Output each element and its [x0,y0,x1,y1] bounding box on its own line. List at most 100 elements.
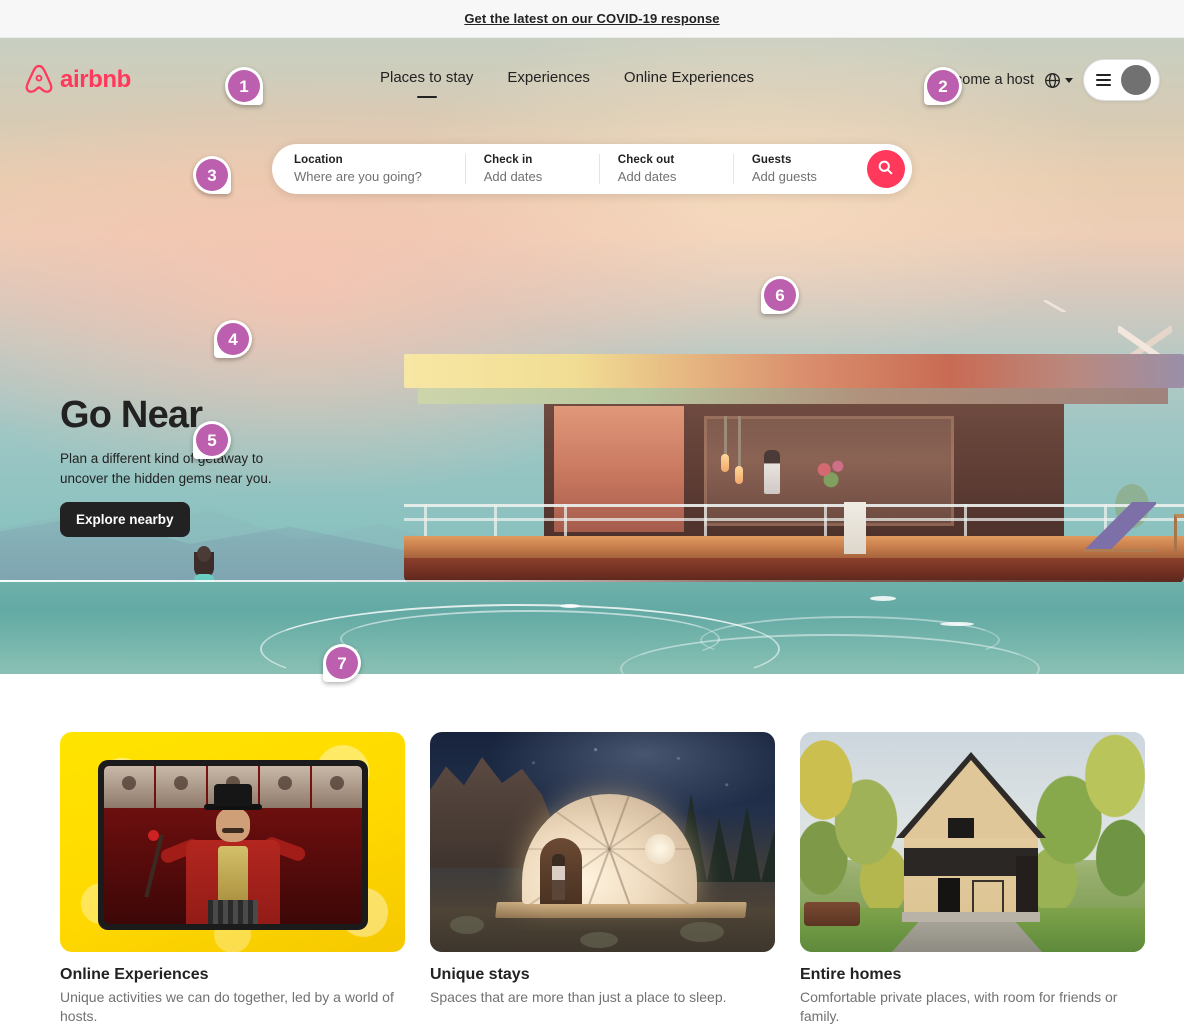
card-entire-homes[interactable]: Entire homes Comfortable private places,… [800,732,1145,1000]
nav-places-to-stay[interactable]: Places to stay [380,69,473,92]
globe-icon [1044,72,1061,89]
hero-subtitle: Plan a different kind of getaway to unco… [60,449,282,488]
location-label: Location [294,154,451,166]
tablet-device [98,760,368,930]
marker-circle: 4 [217,323,249,355]
search-button[interactable] [867,150,905,188]
railing-post [824,504,827,536]
marker-number: 2 [938,78,947,95]
guests-input[interactable]: Add guests [752,169,853,184]
card-image-entire-homes [800,732,1145,952]
boat-deck [404,536,1184,558]
hot-tub [804,902,860,926]
water-sparkle [940,622,974,626]
shrub [680,922,724,942]
railing-bar [404,504,1184,507]
annotation-marker-6: 6 [761,276,799,314]
marker-circle: 6 [764,279,796,311]
checkin-input[interactable]: Add dates [484,169,585,184]
marker-circle: 7 [326,647,358,679]
cabin-upper-window [948,818,974,838]
checkout-label: Check out [618,154,719,166]
card-online-experiences[interactable]: Online Experiences Unique activities we … [60,732,405,1000]
shrub [580,932,618,948]
shrub [450,916,484,934]
person-inside-cabin [764,450,780,494]
nav-online-experiences[interactable]: Online Experiences [624,69,754,92]
card-image-unique-stays [430,732,775,952]
person-in-dome [552,854,565,900]
annotation-marker-2: 2 [924,67,962,105]
card-description: Unique activities we can do together, le… [60,988,405,1026]
search-icon [878,160,893,178]
covid-banner: Get the latest on our COVID-19 response [0,0,1184,38]
railing-post [964,504,967,536]
location-input[interactable]: Where are you going? [294,169,451,184]
user-avatar-icon [1121,65,1151,95]
nav-experiences[interactable]: Experiences [507,69,590,92]
dome-window [645,834,675,864]
card-description: Comfortable private places, with room fo… [800,988,1145,1026]
bird-small-icon [1044,300,1066,312]
language-selector[interactable] [1044,72,1073,89]
railing-post [704,504,707,536]
boat-railing [404,504,1184,538]
marker-number: 5 [207,432,216,449]
hero-illustration [0,38,1184,712]
hamburger-icon [1096,74,1111,85]
marker-number: 1 [239,78,248,95]
search-field-checkout[interactable]: Check out Add dates [599,154,733,184]
checkout-input[interactable]: Add dates [618,169,719,184]
annotation-marker-7: 7 [323,644,361,682]
explore-nearby-button[interactable]: Explore nearby [60,502,190,537]
trees-left [800,740,910,910]
marker-circle: 2 [927,70,959,102]
marker-number: 3 [207,167,216,184]
annotation-marker-3: 3 [193,156,231,194]
flower-vase [814,456,848,490]
houseboat [404,354,1184,584]
airbnb-logo[interactable]: airbnb [24,64,224,96]
main-nav: Places to stay Experiences Online Experi… [224,69,910,92]
user-menu-button[interactable] [1083,59,1160,101]
marker-circle: 3 [196,159,228,191]
boat-roof [404,354,1184,388]
card-title: Entire homes [800,966,1145,984]
covid-banner-link[interactable]: Get the latest on our COVID-19 response [464,11,719,26]
search-field-location[interactable]: Location Where are you going? [294,154,465,184]
annotation-marker-1: 1 [225,67,263,105]
card-title: Online Experiences [60,966,405,984]
card-title: Unique stays [430,966,775,984]
cabin-foundation [902,912,1040,922]
pendant-cord [724,416,727,456]
wooden-deck [495,902,747,918]
annotation-marker-5: 5 [193,421,231,459]
annotation-marker-4: 4 [214,320,252,358]
wooden-cabin [896,752,1046,920]
deck-chair [1084,502,1156,552]
feature-cards: Online Experiences Unique activities we … [0,674,1184,1000]
water-sparkle [870,596,896,601]
cabin-side-wall [1016,856,1038,920]
card-unique-stays[interactable]: Unique stays Spaces that are more than j… [430,732,775,1000]
hero-copy: Go Near Plan a different kind of getaway… [60,394,360,537]
marker-circle: 1 [228,70,260,102]
airbnb-belo-icon [24,64,54,96]
site-header: airbnb Places to stay Experiences Online… [0,38,1184,122]
card-image-online-experiences [60,732,405,952]
search-field-guests[interactable]: Guests Add guests [733,154,867,184]
boat-roof-underside [418,388,1168,404]
water-sparkle [560,604,580,608]
marker-circle: 5 [196,424,228,456]
pendant-lamp-icon [735,466,743,484]
ringmaster-performer [168,784,298,924]
chevron-down-icon [1065,78,1073,83]
card-description: Spaces that are more than just a place t… [430,988,775,1007]
search-field-checkin[interactable]: Check in Add dates [465,154,599,184]
marker-number: 7 [337,655,346,672]
pendant-cord [738,416,741,468]
railing-post [494,504,497,536]
railing-bar [404,518,1184,521]
pendant-lamp-icon [721,454,729,472]
search-bar[interactable]: Location Where are you going? Check in A… [272,144,912,194]
